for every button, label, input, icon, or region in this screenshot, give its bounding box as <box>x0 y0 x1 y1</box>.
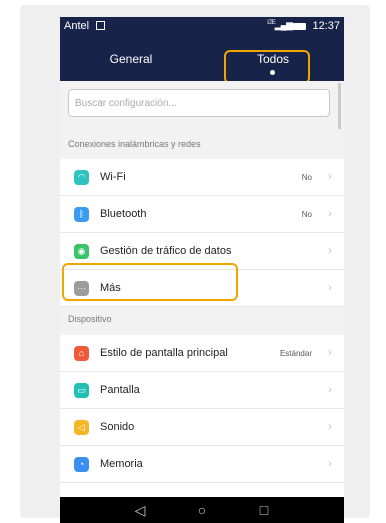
settings-row-display[interactable]: ▭ Pantalla › <box>60 372 344 409</box>
settings-row-sound[interactable]: ◁ Sonido › <box>60 409 344 446</box>
display-icon: ▭ <box>74 383 89 398</box>
phone-screen: Antel LTE▂▄▆ 12:37 General Todos Conexio… <box>60 17 344 523</box>
row-label: Sonido <box>100 421 135 433</box>
section-header-label: Dispositivo <box>68 314 112 324</box>
settings-row-memory[interactable]: ◔ Memoria › <box>60 446 344 483</box>
row-label: Bluetooth <box>100 208 147 220</box>
network-type: LTE <box>267 20 276 26</box>
settings-row-bluetooth[interactable]: ᛒ Bluetooth No › <box>60 196 344 233</box>
chevron-right-icon: › <box>328 345 332 359</box>
settings-row-partial <box>60 483 344 497</box>
highlight-box-mas <box>62 263 238 301</box>
row-value: No <box>301 210 312 219</box>
chevron-right-icon: › <box>328 419 332 433</box>
memory-icon: ◔ <box>74 457 89 472</box>
section-header-wireless: Conexiones inalámbricas y redes <box>60 129 344 159</box>
row-label: Memoria <box>100 458 143 470</box>
status-clock: 12:37 <box>312 20 340 32</box>
chevron-right-icon: › <box>328 206 332 220</box>
home-icon[interactable]: ○ <box>182 497 222 523</box>
home-style-icon: ⌂ <box>74 346 89 361</box>
carrier-name: Antel <box>64 20 90 32</box>
row-label: Estilo de pantalla principal <box>100 347 228 359</box>
data-traffic-icon: ◉ <box>74 244 89 259</box>
row-label: Pantalla <box>100 384 140 396</box>
notification-icon <box>96 21 105 30</box>
signal-icon: LTE▂▄▆ <box>267 20 293 30</box>
sound-icon: ◁ <box>74 420 89 435</box>
row-value: No <box>301 173 312 182</box>
settings-row-wifi[interactable]: ◠ Wi-Fi No › <box>60 159 344 196</box>
tab-general-label: General <box>109 52 153 66</box>
search-input[interactable] <box>68 89 330 117</box>
navigation-bar: ◁ ○ □ <box>60 497 344 523</box>
tab-general[interactable]: General <box>60 37 202 81</box>
back-icon[interactable]: ◁ <box>120 497 160 523</box>
section-header-device: Dispositivo <box>60 307 344 335</box>
highlight-box-todos <box>224 50 310 84</box>
row-label: Wi-Fi <box>100 171 126 183</box>
bluetooth-icon: ᛒ <box>74 207 89 222</box>
row-label: Gestión de tráfico de datos <box>100 245 232 257</box>
chevron-right-icon: › <box>328 169 332 183</box>
status-bar: Antel LTE▂▄▆ 12:37 <box>60 17 344 37</box>
settings-row-home-style[interactable]: ⌂ Estilo de pantalla principal Estándar … <box>60 335 344 372</box>
chevron-right-icon: › <box>328 456 332 470</box>
search-bar <box>60 81 344 129</box>
chevron-right-icon: › <box>328 280 332 294</box>
recent-apps-icon[interactable]: □ <box>244 497 284 523</box>
battery-icon <box>293 23 306 30</box>
wifi-icon: ◠ <box>74 170 89 185</box>
row-value: Estándar <box>279 349 312 358</box>
chevron-right-icon: › <box>328 382 332 396</box>
section-header-label: Conexiones inalámbricas y redes <box>68 139 201 149</box>
chevron-right-icon: › <box>328 243 332 257</box>
